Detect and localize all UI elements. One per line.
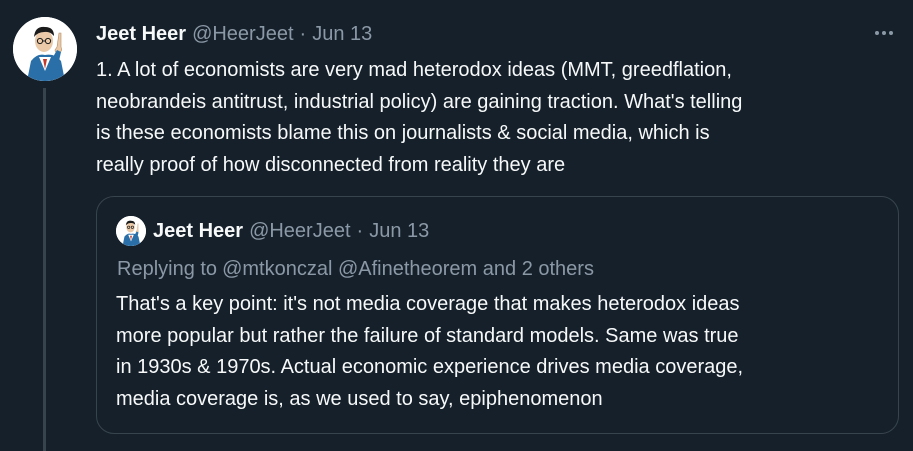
quoted-avatar [116, 216, 146, 246]
replying-to-label: Replying to [117, 257, 218, 280]
avatar-illustration [13, 17, 77, 81]
quoted-tweet-text: That's a key point: it's not media cover… [116, 289, 886, 415]
thread-connector-line [43, 88, 46, 451]
quoted-text-line: in 1930s & 1970s. Actual economic experi… [116, 356, 744, 378]
quoted-tweet-header: Jeet Heer @HeerJeet · Jun 13 [153, 218, 429, 244]
tweet-text-line: 1. A lot of economists are very mad hete… [96, 59, 732, 81]
quoted-author-name: Jeet Heer [153, 219, 244, 242]
author-name[interactable]: Jeet Heer [96, 23, 186, 46]
quoted-text-line: That's a key point: it's not media cover… [116, 293, 740, 315]
tweet[interactable]: Jeet Heer @HeerJeet · Jun 13 1. A lot of… [0, 0, 913, 451]
more-options-button[interactable] [872, 22, 896, 44]
tweet-text: 1. A lot of economists are very mad hete… [96, 55, 896, 181]
quoted-tweet-date: Jun 13 [369, 219, 430, 242]
avatar-illustration [116, 216, 146, 246]
replying-to-targets: @mtkonczal @Afinetheorem and 2 others [222, 257, 594, 280]
quoted-tweet-card[interactable]: Jeet Heer @HeerJeet · Jun 13 Replying to… [96, 196, 899, 434]
header-separator: · [299, 22, 307, 45]
replying-to-line: Replying to @mtkonczal @Afinetheorem and… [117, 255, 594, 283]
tweet-text-line: neobrandeis antitrust, industrial policy… [96, 90, 743, 113]
tweet-header: Jeet Heer @HeerJeet · Jun 13 [96, 21, 372, 47]
quoted-text-line: more popular but rather the failure of s… [116, 324, 739, 347]
tweet-date[interactable]: Jun 13 [312, 23, 372, 46]
tweet-text-line: is these economists blame this on journa… [96, 122, 710, 144]
author-handle[interactable]: @HeerJeet [192, 23, 293, 46]
ellipsis-icon [875, 31, 893, 35]
quoted-author-handle: @HeerJeet [249, 219, 351, 242]
quoted-text-line: media coverage is, as we used to say, ep… [116, 387, 603, 410]
tweet-text-line: really proof of how disconnected from re… [96, 153, 566, 176]
quoted-header-separator: · [356, 219, 364, 242]
avatar[interactable] [13, 17, 77, 81]
